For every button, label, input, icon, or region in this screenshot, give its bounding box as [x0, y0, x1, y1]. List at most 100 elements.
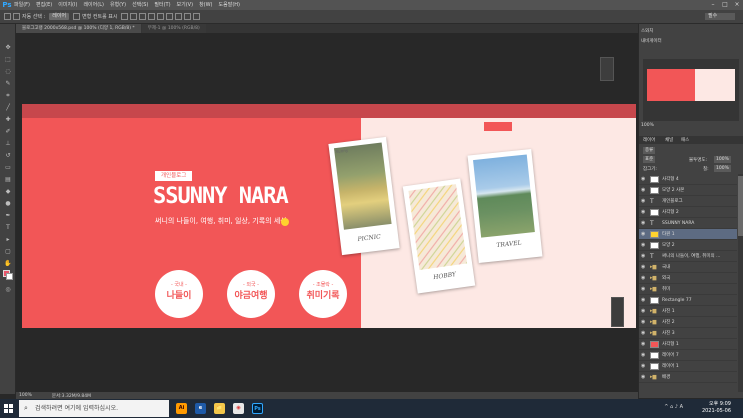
layer-row[interactable]: ◉ 타원 1: [639, 229, 737, 240]
opacity-input[interactable]: 100%: [714, 156, 731, 163]
gradient-tool-icon[interactable]: ▤: [4, 176, 12, 183]
move-tool-icon[interactable]: ✥: [4, 44, 12, 51]
visibility-eye-icon[interactable]: ◉: [641, 220, 645, 227]
collapsed-panel-icons[interactable]: [600, 57, 614, 81]
menu-edit[interactable]: 편집(E): [36, 0, 52, 10]
folder-icon[interactable]: ▸▆: [650, 284, 656, 295]
maximize-button[interactable]: □: [719, 0, 731, 10]
lasso-tool-icon[interactable]: ◌: [4, 68, 12, 75]
folder-icon[interactable]: ▸▆: [650, 372, 656, 383]
3d-mode-icon[interactable]: [193, 13, 201, 20]
pen-tool-icon[interactable]: ✒: [4, 212, 12, 219]
auto-select-dropdown[interactable]: 레이어: [49, 13, 70, 20]
quick-select-icon[interactable]: ✎: [4, 80, 12, 87]
align-bottom-icon[interactable]: [139, 13, 147, 20]
auto-select-checkbox[interactable]: [13, 13, 20, 20]
navigator-panel-header[interactable]: 내비게이터: [641, 38, 662, 44]
healing-brush-icon[interactable]: ✚: [4, 116, 12, 123]
align-center-icon[interactable]: [157, 13, 165, 20]
document-canvas[interactable]: 개인블로그 SSUNNY NARA 써니의 나들이, 여행, 취미, 일상, 기…: [22, 104, 636, 328]
path-select-icon[interactable]: ▸: [4, 236, 12, 243]
visibility-eye-icon[interactable]: ◉: [641, 352, 645, 359]
eyedropper-icon[interactable]: ╱: [4, 104, 12, 111]
marquee-tool-icon[interactable]: ⬚: [4, 56, 12, 63]
layer-row[interactable]: ◉ 레이어 1: [639, 361, 737, 372]
layer-row[interactable]: ◉ 사각형 4: [639, 174, 737, 185]
menu-type[interactable]: 유형(Y): [110, 0, 126, 10]
layer-row[interactable]: ◉ ▸▆ 국내: [639, 262, 737, 273]
edge-app-icon[interactable]: e: [195, 403, 206, 414]
eraser-tool-icon[interactable]: ▭: [4, 164, 12, 171]
swatches-panel-header[interactable]: 스와치: [641, 28, 653, 34]
layer-row[interactable]: ◉ 레이어 7: [639, 350, 737, 361]
layer-row[interactable]: ◉ 모양 2: [639, 240, 737, 251]
system-tray[interactable]: ^ ⌂ ♪ A: [664, 404, 683, 410]
fill-input[interactable]: 100%: [714, 165, 731, 172]
layer-row[interactable]: ◉ Rectangle 77: [639, 295, 737, 306]
stamp-tool-icon[interactable]: ⊥: [4, 140, 12, 147]
visibility-eye-icon[interactable]: ◉: [641, 176, 645, 183]
navigator-thumbnail[interactable]: [643, 59, 739, 121]
menu-window[interactable]: 창(W): [199, 0, 212, 10]
visibility-eye-icon[interactable]: ◉: [641, 231, 645, 238]
visibility-eye-icon[interactable]: ◉: [641, 319, 645, 326]
type-tool-icon[interactable]: T: [4, 224, 12, 231]
folder-icon[interactable]: ▸▆: [650, 262, 656, 273]
chrome-app-icon[interactable]: ◉: [233, 403, 244, 414]
layer-row[interactable]: ◉ ▸▆ 배경: [639, 372, 737, 383]
file-explorer-icon[interactable]: 📁: [214, 403, 225, 414]
folder-icon[interactable]: ▸▆: [650, 328, 656, 339]
visibility-eye-icon[interactable]: ◉: [641, 187, 645, 194]
align-left-icon[interactable]: [148, 13, 156, 20]
tab-untitled-document[interactable]: 무제-1 @ 100% (RGB/8): [141, 24, 206, 33]
layer-row[interactable]: ◉ 사각형 2: [639, 207, 737, 218]
collapsed-panel-icons-2[interactable]: [611, 297, 624, 327]
tab-paths[interactable]: 패스: [681, 137, 689, 143]
visibility-eye-icon[interactable]: ◉: [641, 253, 645, 260]
align-top-icon[interactable]: [121, 13, 129, 20]
background-color-swatch[interactable]: [6, 273, 13, 280]
folder-icon[interactable]: ▸▆: [650, 317, 656, 328]
start-windows-icon[interactable]: [4, 404, 13, 413]
distribute-icon[interactable]: [175, 13, 183, 20]
folder-icon[interactable]: ▸▆: [650, 273, 656, 284]
tab-active-document[interactable]: 블로그고랭 2000x568.psd @ 100% (디양 1, RGB/8) …: [16, 24, 141, 33]
navigator-zoom[interactable]: 100%: [641, 123, 654, 128]
layer-filter-kind[interactable]: 종류: [643, 147, 656, 154]
menu-view[interactable]: 보기(V): [177, 0, 194, 10]
menu-filter[interactable]: 필터(T): [154, 0, 170, 10]
menu-layer[interactable]: 레이어(L): [83, 0, 104, 10]
layer-row[interactable]: ◉ ▸▆ 외국: [639, 273, 737, 284]
visibility-eye-icon[interactable]: ◉: [641, 286, 645, 293]
visibility-eye-icon[interactable]: ◉: [641, 308, 645, 315]
hand-tool-icon[interactable]: ✋: [4, 260, 12, 267]
crop-tool-icon[interactable]: ⌗: [4, 92, 12, 99]
taskbar-search-input[interactable]: ⌕ 검색하려면 여기에 입력하십시오.: [19, 400, 169, 417]
distribute2-icon[interactable]: [184, 13, 192, 20]
layer-row[interactable]: ◉ ▸▆ 취미: [639, 284, 737, 295]
layer-row[interactable]: ◉ T 개인블로그: [639, 196, 737, 207]
menu-select[interactable]: 선택(S): [132, 0, 148, 10]
workspace-dropdown[interactable]: 필수: [705, 13, 735, 20]
layer-row[interactable]: ◉ 모양 2 사본: [639, 185, 737, 196]
visibility-eye-icon[interactable]: ◉: [641, 297, 645, 304]
visibility-eye-icon[interactable]: ◉: [641, 341, 645, 348]
taskbar-clock[interactable]: 오후 9:09 2021-05-06: [702, 401, 731, 415]
layer-row[interactable]: ◉ T 써니의 나들이, 여행, 취미의 ...: [639, 251, 737, 262]
tab-channels[interactable]: 채널: [665, 137, 673, 143]
align-right-icon[interactable]: [166, 13, 174, 20]
visibility-eye-icon[interactable]: ◉: [641, 363, 645, 370]
folder-icon[interactable]: ▸▆: [650, 306, 656, 317]
blur-tool-icon[interactable]: ◆: [4, 188, 12, 195]
layer-row[interactable]: ◉ ▸▆ 사진 3: [639, 328, 737, 339]
visibility-eye-icon[interactable]: ◉: [641, 330, 645, 337]
photoshop-app-icon[interactable]: Ps: [252, 403, 263, 414]
blend-mode-dropdown[interactable]: 표준: [643, 156, 656, 163]
layer-row[interactable]: ◉ ▸▆ 사진 1: [639, 306, 737, 317]
transform-checkbox[interactable]: [73, 13, 81, 20]
visibility-eye-icon[interactable]: ◉: [641, 209, 645, 216]
align-middle-icon[interactable]: [130, 13, 138, 20]
menu-image[interactable]: 이미지(I): [58, 0, 77, 10]
dodge-tool-icon[interactable]: ●: [4, 200, 12, 207]
menu-help[interactable]: 도움말(H): [219, 0, 240, 10]
